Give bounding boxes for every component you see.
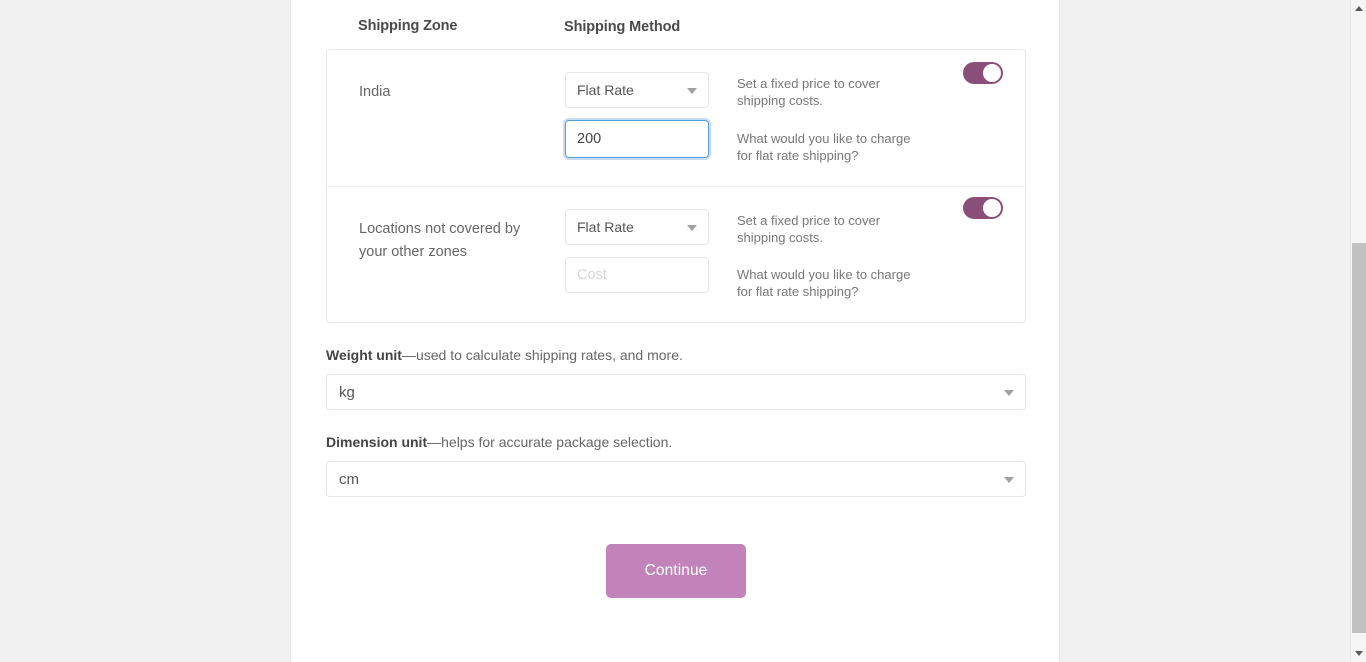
flat-rate-cost-input[interactable]	[565, 120, 709, 158]
toggle-knob	[983, 199, 1001, 217]
cost-description: What would you like to charge for flat r…	[737, 266, 929, 300]
zone-name: Locations not covered by your other zone…	[359, 209, 565, 264]
dimension-unit-select[interactable]: cm	[326, 461, 1026, 497]
dimension-unit-select-value: cm	[339, 471, 359, 488]
scroll-down-arrow-icon[interactable]	[1351, 645, 1366, 662]
content-card-inner: Shipping Zone Shipping Method India Flat…	[326, 0, 1026, 598]
shipping-method-select-value: Flat Rate	[577, 219, 634, 235]
scroll-up-arrow-icon[interactable]	[1351, 0, 1366, 17]
chevron-down-icon	[1004, 390, 1014, 396]
chevron-down-icon	[687, 225, 697, 231]
shipping-method-select[interactable]: Flat Rate	[565, 72, 709, 108]
actions-row: Continue	[326, 544, 1026, 598]
header-shipping-zone: Shipping Zone	[358, 18, 564, 34]
shipping-method-select-value: Flat Rate	[577, 82, 634, 98]
table-row: Locations not covered by your other zone…	[327, 186, 1025, 322]
table-row: India Flat Rate Set a fixed price to cov…	[327, 50, 1025, 186]
shipping-table: India Flat Rate Set a fixed price to cov…	[326, 49, 1026, 323]
method-description: Set a fixed price to cover shipping cost…	[737, 212, 929, 246]
weight-unit-label-rest: —used to calculate shipping rates, and m…	[402, 347, 683, 363]
dimension-unit-label-bold: Dimension unit	[326, 434, 427, 450]
chevron-down-icon	[687, 88, 697, 94]
method-column: Flat Rate	[565, 72, 709, 158]
scrollbar-thumb[interactable]	[1352, 243, 1366, 633]
method-description: Set a fixed price to cover shipping cost…	[737, 75, 929, 109]
zone-name: India	[359, 72, 565, 104]
page-root: Shipping Zone Shipping Method India Flat…	[0, 0, 1366, 662]
description-column: Set a fixed price to cover shipping cost…	[709, 72, 1025, 164]
method-column: Flat Rate	[565, 209, 709, 293]
dimension-unit-label: Dimension unit—helps for accurate packag…	[326, 433, 1026, 451]
chevron-down-icon	[1004, 477, 1014, 483]
dimension-unit-block: Dimension unit—helps for accurate packag…	[326, 433, 1026, 497]
content-card: Shipping Zone Shipping Method India Flat…	[290, 0, 1060, 662]
weight-unit-label: Weight unit—used to calculate shipping r…	[326, 346, 1026, 364]
description-column: Set a fixed price to cover shipping cost…	[709, 209, 1025, 300]
cost-description: What would you like to charge for flat r…	[737, 130, 929, 164]
header-shipping-method: Shipping Method	[564, 18, 680, 35]
shipping-method-toggle[interactable]	[963, 197, 1003, 219]
shipping-method-select[interactable]: Flat Rate	[565, 209, 709, 245]
shipping-method-toggle[interactable]	[963, 62, 1003, 84]
continue-button[interactable]: Continue	[606, 544, 746, 598]
toggle-knob	[983, 64, 1001, 82]
weight-unit-select[interactable]: kg	[326, 374, 1026, 410]
weight-unit-block: Weight unit—used to calculate shipping r…	[326, 346, 1026, 410]
shipping-table-header: Shipping Zone Shipping Method	[326, 0, 1026, 49]
vertical-scrollbar[interactable]	[1350, 0, 1366, 662]
dimension-unit-label-rest: —helps for accurate package selection.	[427, 434, 672, 450]
flat-rate-cost-input[interactable]	[565, 257, 709, 293]
weight-unit-label-bold: Weight unit	[326, 347, 402, 363]
weight-unit-select-value: kg	[339, 384, 355, 401]
